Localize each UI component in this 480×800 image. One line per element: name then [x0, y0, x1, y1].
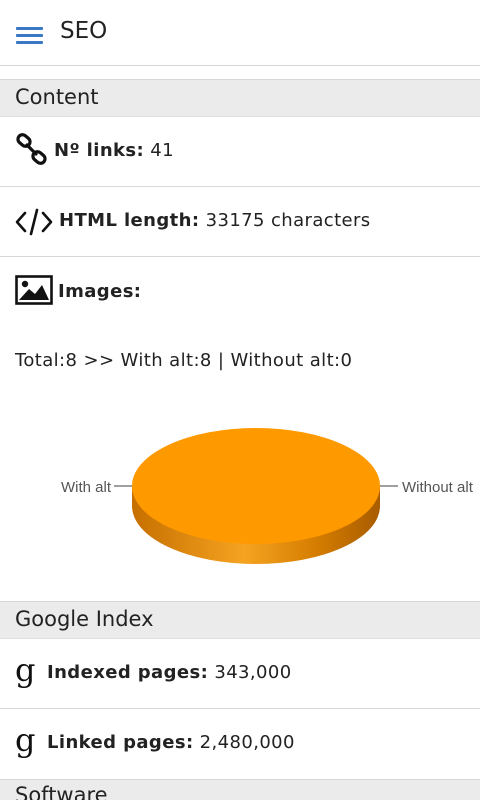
- links-row: Nº links: 41: [0, 117, 480, 187]
- google-g-icon: g: [15, 721, 36, 759]
- pie-label-without-alt: Without alt: [402, 479, 474, 496]
- links-label: Nº links:: [54, 140, 145, 161]
- section-title-google-index: Google Index: [15, 607, 154, 631]
- pie-label-with-alt: With alt: [61, 479, 112, 496]
- linked-pages-row: g Linked pages: 2,480,000: [0, 709, 480, 780]
- images-label: Images:: [58, 281, 142, 302]
- image-icon: [15, 275, 53, 309]
- section-header-content: Content: [0, 79, 480, 117]
- indexed-pages-label: Indexed pages:: [47, 662, 209, 683]
- google-g-icon: g: [15, 651, 36, 689]
- indexed-pages-text: Indexed pages: 343,000: [47, 662, 292, 683]
- link-icon: [15, 133, 49, 171]
- linked-pages-value: 2,480,000: [199, 732, 295, 753]
- links-text: Nº links: 41: [54, 140, 174, 161]
- hamburger-menu-icon[interactable]: [16, 24, 44, 46]
- indexed-pages-value: 343,000: [214, 662, 292, 683]
- section-header-software: Software: [0, 779, 480, 800]
- html-length-row: HTML length: 33175 characters: [0, 187, 480, 257]
- app-title: SEO: [60, 18, 108, 44]
- links-value: 41: [150, 140, 174, 161]
- section-title-software: Software: [15, 783, 108, 800]
- images-alt-pie-chart: With alt Without alt: [0, 400, 480, 585]
- images-summary: Total:8 >> With alt:8 | Without alt:0: [15, 350, 353, 371]
- section-header-google-index: Google Index: [0, 601, 480, 639]
- images-label-text: Images:: [58, 281, 141, 302]
- linked-pages-text: Linked pages: 2,480,000: [47, 732, 295, 753]
- html-length-value: 33175 characters: [205, 210, 371, 231]
- section-title-content: Content: [15, 85, 99, 109]
- html-length-text: HTML length: 33175 characters: [59, 210, 371, 231]
- indexed-pages-row: g Indexed pages: 343,000: [0, 639, 480, 709]
- linked-pages-label: Linked pages:: [47, 732, 194, 753]
- code-icon: [15, 207, 53, 241]
- html-length-label: HTML length:: [59, 210, 200, 231]
- pie-slice-with-alt: [132, 428, 380, 544]
- app-bar: SEO: [0, 0, 480, 66]
